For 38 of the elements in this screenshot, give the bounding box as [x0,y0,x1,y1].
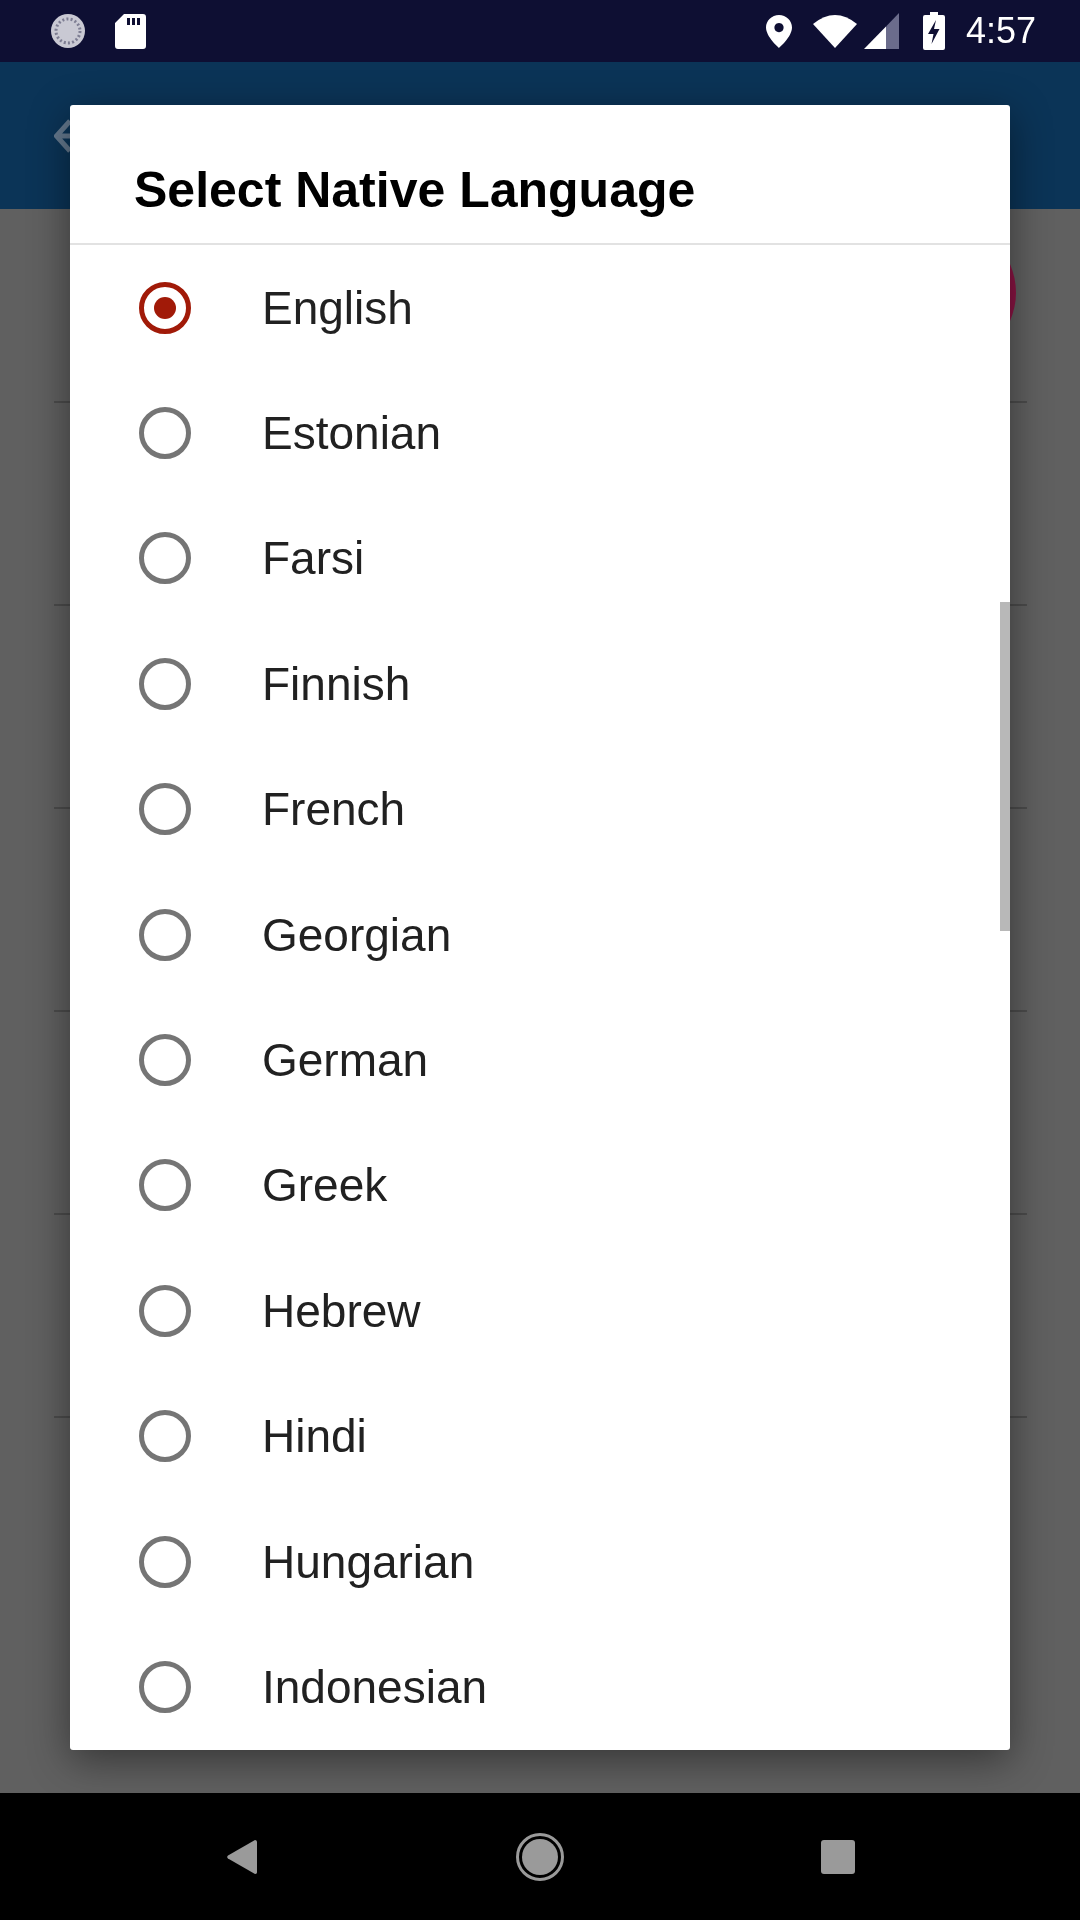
language-option[interactable]: Hebrew [70,1248,1010,1374]
language-option[interactable]: Estonian [70,370,1010,496]
radio-button-icon[interactable] [139,908,191,961]
radio-button-icon[interactable] [139,1284,191,1337]
status-time: 4:57 [965,10,1036,52]
radio-button-icon[interactable] [139,281,191,334]
recent-apps-icon[interactable] [821,1839,855,1874]
language-option[interactable]: Hungarian [70,1498,1010,1625]
language-option[interactable]: German [70,997,1010,1123]
language-option[interactable]: Greek [70,1122,1010,1249]
wifi-icon [812,14,857,48]
language-option[interactable]: Indonesian [70,1624,1010,1750]
radio-button-icon[interactable] [139,783,191,836]
radio-button-icon[interactable] [139,1034,191,1087]
switch-thumb-icon[interactable] [1010,264,1016,321]
radio-button-icon[interactable] [139,532,191,585]
radio-button-icon[interactable] [139,1535,191,1588]
radio-button-icon[interactable] [139,1410,191,1463]
radio-button-icon[interactable] [139,1661,191,1713]
language-option[interactable]: Finnish [70,621,1010,747]
radio-button-icon[interactable] [139,407,191,460]
language-option[interactable]: Hindi [70,1373,1010,1499]
location-pin-icon [765,14,792,48]
back-arrow-icon[interactable] [54,118,70,153]
signal-icon [863,13,899,49]
radio-button-icon[interactable] [139,1159,191,1212]
back-icon[interactable] [227,1838,257,1875]
language-option[interactable]: French [70,746,1010,872]
sd-card-icon [115,13,146,49]
radio-button-icon[interactable] [139,657,191,710]
scrollbar[interactable] [1000,602,1010,931]
dialog-title: Select Native Language [134,161,696,220]
language-option[interactable]: Farsi [70,495,1010,622]
dotted-circle-icon [50,13,86,49]
home-icon[interactable] [516,1832,564,1881]
language-option[interactable]: Georgian [70,871,1010,998]
language-option[interactable]: English [70,245,1010,371]
battery-charging-icon [922,12,945,50]
